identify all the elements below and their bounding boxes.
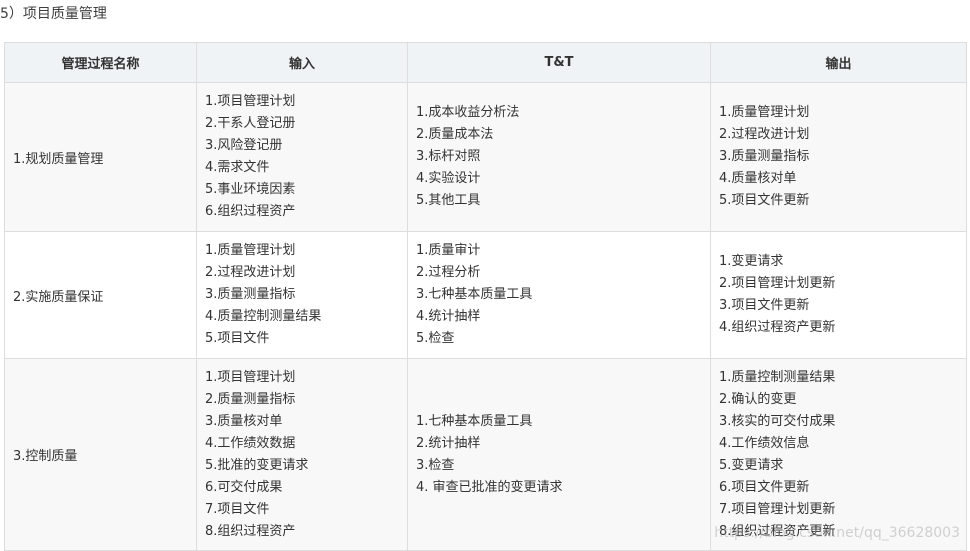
outputs-cell: 1.质量管理计划 2.过程改进计划 3.质量测量指标 4.质量核对单 5.项目文…: [710, 82, 967, 232]
list-item: 3.项目文件更新: [719, 298, 810, 313]
list-item: 3.标杆对照: [416, 149, 481, 164]
tools-list: 1.七种基本质量工具 2.统计抽样 3.检查 4. 审查已批准的变更请求: [416, 411, 702, 499]
list-item: 1.质量管理计划: [719, 105, 810, 120]
list-item: 5.其他工具: [416, 193, 481, 208]
list-item: 4.需求文件: [205, 160, 270, 175]
list-item: 3.核实的可交付成果: [719, 413, 836, 429]
list-item: 2.确认的变更: [719, 391, 797, 407]
list-item: 3.质量测量指标: [205, 287, 296, 302]
list-item: 1.变更请求: [719, 254, 784, 269]
list-item: 4.质量控制测量结果: [205, 309, 322, 324]
list-item: 8.组织过程资产: [205, 523, 296, 539]
list-item: 4.工作绩效数据: [205, 435, 296, 451]
list-item: 5.项目文件更新: [719, 193, 810, 208]
table-row: 1.规划质量管理 1.项目管理计划 2.干系人登记册 3.风险登记册 4.需求文…: [4, 82, 967, 232]
list-item: 3.质量核对单: [205, 413, 283, 429]
tools-list: 1.质量审计 2.过程分析 3.七种基本质量工具 4.统计抽样 5.检查: [416, 240, 702, 350]
list-item: 5.变更请求: [719, 457, 784, 473]
list-item: 3.质量测量指标: [719, 149, 810, 164]
header-outputs: 输出: [710, 42, 967, 83]
list-item: 4.质量核对单: [719, 171, 797, 186]
list-item: 1.质量控制测量结果: [719, 369, 836, 385]
header-process-name: 管理过程名称: [4, 42, 197, 83]
table-header-row: 管理过程名称 输入 T&T 输出: [4, 42, 967, 83]
list-item: 6.组织过程资产: [205, 204, 296, 219]
inputs-list: 1.质量管理计划 2.过程改进计划 3.质量测量指标 4.质量控制测量结果 5.…: [205, 240, 399, 350]
list-item: 1.质量审计: [416, 243, 481, 258]
tools-cell: 1.质量审计 2.过程分析 3.七种基本质量工具 4.统计抽样 5.检查: [407, 231, 711, 359]
list-item: 2.统计抽样: [416, 435, 481, 451]
inputs-list: 1.项目管理计划 2.干系人登记册 3.风险登记册 4.需求文件 5.事业环境因…: [205, 91, 399, 223]
list-item: 5.项目文件: [205, 331, 270, 346]
table-row: 2.实施质量保证 1.质量管理计划 2.过程改进计划 3.质量测量指标 4.质量…: [4, 231, 967, 359]
outputs-cell: 1.变更请求 2.项目管理计划更新 3.项目文件更新 4.组织过程资产更新: [710, 231, 967, 359]
quality-management-table: 管理过程名称 输入 T&T 输出 1.规划质量管理 1.项目管理计划 2.干系人…: [4, 42, 967, 551]
list-item: 7.项目文件: [205, 501, 270, 517]
tools-cell: 1.成本收益分析法 2.质量成本法 3.标杆对照 4.实验设计 5.其他工具: [407, 82, 711, 232]
tools-list: 1.成本收益分析法 2.质量成本法 3.标杆对照 4.实验设计 5.其他工具: [416, 102, 702, 212]
list-item: 6.可交付成果: [205, 479, 283, 495]
list-item: 3.检查: [416, 457, 455, 473]
list-item: 5.检查: [416, 331, 455, 346]
table-row: 3.控制质量 1.项目管理计划 2.质量测量指标 3.质量核对单 4.工作绩效数…: [4, 358, 967, 551]
process-name-cell: 2.实施质量保证: [4, 231, 197, 359]
list-item: 2.过程改进计划: [719, 127, 810, 142]
watermark: https://blog.csdn.net/qq_36628003: [714, 525, 960, 541]
list-item: 7.项目管理计划更新: [719, 501, 836, 517]
list-item: 2.质量测量指标: [205, 391, 296, 407]
header-tools-techniques: T&T: [407, 42, 711, 83]
process-name-cell: 3.控制质量: [4, 358, 197, 551]
list-item: 1.质量管理计划: [205, 243, 296, 258]
outputs-list: 1.质量控制测量结果 2.确认的变更 3.核实的可交付成果 4.工作绩效信息 5…: [719, 367, 958, 543]
outputs-cell: 1.质量控制测量结果 2.确认的变更 3.核实的可交付成果 4.工作绩效信息 5…: [710, 358, 967, 551]
list-item: 3.风险登记册: [205, 138, 283, 153]
list-item: 2.过程改进计划: [205, 265, 296, 280]
list-item: 1.项目管理计划: [205, 369, 296, 385]
list-item: 1.七种基本质量工具: [416, 413, 533, 429]
list-item: 4. 审查已批准的变更请求: [416, 479, 563, 495]
list-item: 4.统计抽样: [416, 309, 481, 324]
outputs-list: 1.质量管理计划 2.过程改进计划 3.质量测量指标 4.质量核对单 5.项目文…: [719, 102, 958, 212]
outputs-list: 1.变更请求 2.项目管理计划更新 3.项目文件更新 4.组织过程资产更新: [719, 251, 958, 339]
list-item: 2.项目管理计划更新: [719, 276, 836, 291]
inputs-cell: 1.项目管理计划 2.干系人登记册 3.风险登记册 4.需求文件 5.事业环境因…: [196, 82, 408, 232]
page-title: 5）项目质量管理: [0, 6, 107, 22]
list-item: 1.成本收益分析法: [416, 105, 520, 120]
inputs-cell: 1.项目管理计划 2.质量测量指标 3.质量核对单 4.工作绩效数据 5.批准的…: [196, 358, 408, 551]
list-item: 3.七种基本质量工具: [416, 287, 533, 302]
header-inputs: 输入: [196, 42, 408, 83]
list-item: 5.事业环境因素: [205, 182, 296, 197]
tools-cell: 1.七种基本质量工具 2.统计抽样 3.检查 4. 审查已批准的变更请求: [407, 358, 711, 551]
list-item: 2.过程分析: [416, 265, 481, 280]
list-item: 2.干系人登记册: [205, 116, 296, 131]
list-item: 4.工作绩效信息: [719, 435, 810, 451]
list-item: 4.实验设计: [416, 171, 481, 186]
list-item: 4.组织过程资产更新: [719, 320, 836, 335]
list-item: 6.项目文件更新: [719, 479, 810, 495]
list-item: 5.批准的变更请求: [205, 457, 309, 473]
process-name-cell: 1.规划质量管理: [4, 82, 197, 232]
list-item: 2.质量成本法: [416, 127, 494, 142]
list-item: 1.项目管理计划: [205, 94, 296, 109]
inputs-list: 1.项目管理计划 2.质量测量指标 3.质量核对单 4.工作绩效数据 5.批准的…: [205, 367, 399, 543]
inputs-cell: 1.质量管理计划 2.过程改进计划 3.质量测量指标 4.质量控制测量结果 5.…: [196, 231, 408, 359]
